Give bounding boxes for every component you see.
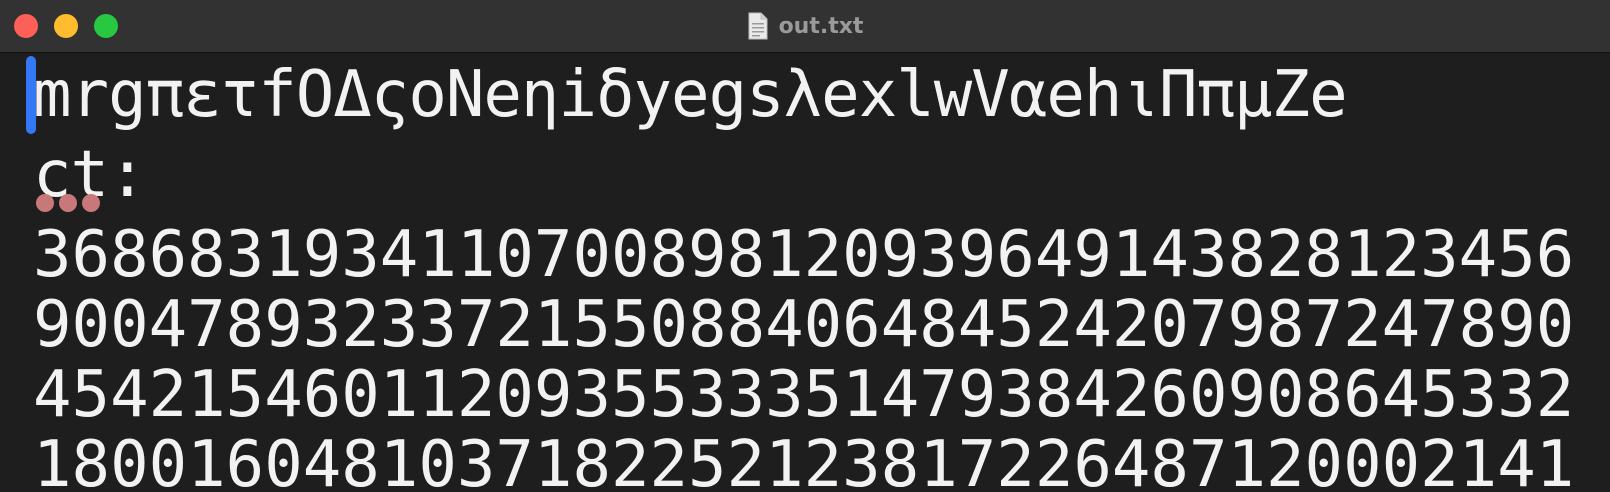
text-line-3[interactable]: 3686831934110700898120939649143828123456 [33, 217, 1574, 293]
text-line-5[interactable]: 4542154601120935533351479384260908645332 [33, 357, 1574, 433]
text-line-4[interactable]: 9004789323372155088406484524207987247890 [33, 287, 1574, 363]
text-file-icon [748, 12, 768, 40]
spellcheck-dot [59, 194, 77, 212]
spellcheck-dot [36, 194, 54, 212]
spellcheck-indicator[interactable] [36, 194, 116, 214]
spellcheck-dot [82, 194, 100, 212]
window-title-group: out.txt [0, 0, 1610, 52]
window-title: out.txt [778, 13, 864, 39]
text-editor-window: out.txt mrgπετfOΔςoNeηiδyegsλexlwVαehιΠπ… [0, 0, 1610, 492]
text-line-6[interactable]: 1800160481037182252123817226487120002141 [33, 427, 1574, 492]
window-titlebar[interactable]: out.txt [0, 0, 1610, 53]
text-editing-area[interactable]: mrgπετfOΔςoNeηiδyegsλexlwVαehιΠπμZe ct: … [0, 53, 1610, 492]
text-line-1[interactable]: mrgπετfOΔςoNeηiδyegsλexlwVαehιΠπμZe [33, 57, 1348, 133]
